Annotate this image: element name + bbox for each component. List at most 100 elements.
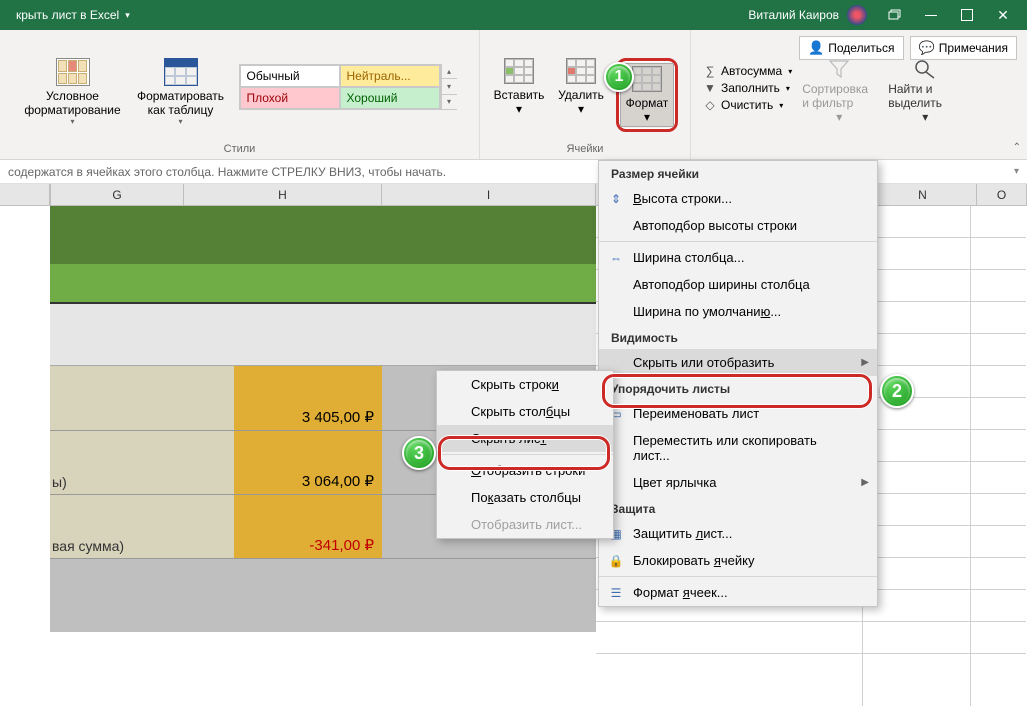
col-width-icon: ⇔ [607, 249, 625, 267]
group-editing: ∑Автосумма▾ ▼Заполнить▾ ◇Очистить▾ Сорти… [691, 30, 976, 159]
menu-autofit-width[interactable]: Автоподбор ширины столбца [599, 271, 877, 298]
fill-label: Заполнить [721, 81, 780, 95]
marker-3: 3 [402, 436, 436, 470]
cell-band-spacer [50, 304, 596, 366]
submenu-show-sheet: Отобразить лист... [437, 511, 613, 538]
col-header-o[interactable]: О [977, 184, 1027, 205]
window-maximize-icon[interactable] [949, 0, 985, 30]
window-minimize-icon[interactable] [913, 0, 949, 30]
clear-label: Очистить [721, 98, 773, 112]
titlebar: крыть лист в Excel ▾ Виталий Каиров ✕ [0, 0, 1027, 30]
group-styles: Условное форматирование▾ Форматировать к… [0, 30, 480, 159]
marker-2: 2 [880, 374, 914, 408]
lock-icon: 🔒 [607, 552, 625, 570]
description-text: содержатся в ячейках этого столбца. Нажм… [8, 165, 446, 179]
namebox-dropdown-icon[interactable]: ▾ [1014, 166, 1019, 177]
submenu-show-cols[interactable]: Показать столбцы [437, 484, 613, 511]
menu-default-width[interactable]: Ширина по умолчанию... [599, 298, 877, 325]
format-icon [632, 66, 662, 92]
delete-button[interactable]: Удалить ▾ [554, 56, 608, 118]
user-name[interactable]: Виталий Каиров [748, 8, 839, 22]
find-label: Найти и выделить [888, 82, 962, 110]
cell-band-col2 [234, 366, 382, 558]
autosum-button[interactable]: ∑Автосумма▾ [703, 64, 792, 78]
fill-down-icon: ▼ [703, 81, 717, 95]
col-header-g[interactable]: G [50, 184, 184, 205]
cell-band-header1 [50, 206, 596, 264]
insert-icon [504, 58, 534, 84]
row-label-2: ы) [52, 474, 67, 490]
style-normal[interactable]: Обычный [240, 65, 340, 87]
highlight-frame-3 [438, 436, 610, 470]
submenu-arrow-icon: ▶ [861, 477, 869, 488]
window-restore-down-icon[interactable] [877, 0, 913, 30]
cell-styles-gallery[interactable]: Обычный Нейтраль... Плохой Хороший [239, 64, 441, 110]
cell-h-val3[interactable]: -341,00 ₽ [234, 536, 374, 554]
menu-format-cells[interactable]: ☰Формат ячеек... [599, 579, 877, 606]
menu-hide-show[interactable]: Скрыть или отобразить ▶ [599, 349, 877, 376]
insert-button[interactable]: Вставить ▾ [492, 56, 546, 118]
delete-icon [566, 58, 596, 84]
collapse-ribbon-icon[interactable]: ⌃ [1013, 142, 1021, 153]
group-label-styles: Стили [224, 143, 256, 155]
submenu-arrow-icon: ▶ [861, 357, 869, 368]
cell-band-bottom [50, 558, 382, 632]
menu-section-cellsize: Размер ячейки [599, 161, 877, 185]
fill-button[interactable]: ▼Заполнить▾ [703, 81, 792, 95]
sigma-icon: ∑ [703, 64, 717, 78]
submenu-hide-cols[interactable]: Скрыть столбцы [437, 398, 613, 425]
menu-tabcolor-label: Цвет ярлычка [633, 475, 716, 490]
ribbon: 👤Поделиться 💬Примечания Условное формати… [0, 30, 1027, 160]
menu-col-width[interactable]: ⇔Ширина столбца... [599, 244, 877, 271]
table-icon [164, 58, 198, 86]
chevron-down-icon: ▾ [70, 117, 74, 126]
sort-label: Сортировка и фильтр [802, 82, 876, 110]
funnel-icon [826, 58, 852, 80]
sort-filter-button[interactable]: Сортировка и фильтр▾ [800, 56, 878, 126]
autosum-label: Автосумма [721, 64, 782, 78]
menu-row-height-rest: ысота строки... [642, 191, 732, 206]
col-header-h[interactable]: H [184, 184, 382, 205]
menu-tab-color[interactable]: Цвет ярлычка ▶ [599, 469, 877, 496]
menu-section-visibility: Видимость [599, 325, 877, 349]
chevron-down-icon: ▾ [578, 102, 584, 116]
group-label-cells: Ячейки [567, 143, 604, 155]
astable-label: Форматировать как таблицу [133, 89, 229, 117]
menu-autofit-height[interactable]: Автоподбор высоты строки [599, 212, 877, 239]
cell-h-val1[interactable]: 3 405,00 ₽ [234, 408, 374, 426]
conditional-formatting-button[interactable]: Условное форматирование▾ [23, 56, 123, 128]
avatar[interactable] [847, 5, 867, 25]
col-header-i[interactable]: I [382, 184, 596, 205]
delete-label: Удалить [558, 88, 604, 102]
menu-hide-show-label: Скрыть или отобразить [633, 355, 774, 370]
style-neutral[interactable]: Нейтраль... [340, 65, 440, 87]
insert-label: Вставить [494, 88, 545, 102]
find-select-button[interactable]: Найти и выделить▾ [886, 56, 964, 126]
condfmt-label: Условное форматирование [24, 89, 120, 117]
submenu-hide-rows[interactable]: Скрыть строки [437, 371, 613, 398]
menu-row-height[interactable]: ⇕Высота строки... [599, 185, 877, 212]
menu-autofit-h-label: Автоподбор высоты строки [633, 218, 797, 233]
format-as-table-button[interactable]: Форматировать как таблицу▾ [131, 56, 231, 128]
menu-autofit-w-label: Автоподбор ширины столбца [633, 277, 810, 292]
highlight-frame-2 [602, 374, 872, 408]
menu-move-copy-sheet[interactable]: Переместить или скопировать лист... [599, 427, 877, 469]
window-close-icon[interactable]: ✕ [985, 0, 1021, 30]
menu-move-label: Переместить или скопировать лист... [633, 433, 851, 463]
chevron-down-icon: ▾ [516, 102, 522, 116]
style-bad[interactable]: Плохой [240, 87, 340, 109]
menu-protect-sheet[interactable]: ▦Защитить лист... [599, 520, 877, 547]
select-all-corner[interactable] [0, 184, 50, 205]
conditional-formatting-icon [56, 58, 90, 86]
clear-button[interactable]: ◇Очистить▾ [703, 98, 792, 112]
cell-h-val2[interactable]: 3 064,00 ₽ [234, 472, 374, 490]
chevron-down-icon: ▾ [178, 117, 182, 126]
styles-more-button[interactable]: ▴▾▾ [441, 64, 457, 110]
cell-band-header2 [50, 264, 596, 304]
title-dropdown-icon[interactable]: ▾ [125, 10, 130, 21]
style-good[interactable]: Хороший [340, 87, 440, 109]
menu-lock-cell[interactable]: 🔒Блокировать ячейку [599, 547, 877, 574]
cell-band-col1 [50, 366, 234, 558]
col-header-n[interactable]: N [869, 184, 977, 205]
marker-1: 1 [604, 62, 634, 92]
